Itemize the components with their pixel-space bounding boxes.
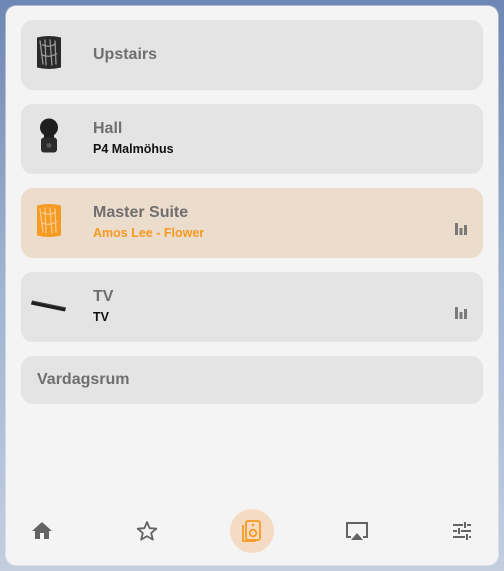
cylinder-speaker-icon: [34, 35, 64, 76]
speaker-name: Upstairs: [93, 46, 158, 63]
speaker-name: TV: [93, 288, 114, 305]
smart-speaker-icon: [38, 118, 60, 160]
airplay-icon: [346, 522, 368, 540]
now-playing-text: P4 Malmöhus: [93, 142, 174, 156]
cylinder-speaker-icon: [34, 203, 64, 244]
speaker-name: Hall: [93, 120, 123, 137]
favorites-star-icon: [136, 521, 158, 541]
speaker-name: Master Suite: [93, 204, 189, 221]
media-panel: Upstairs Hall P4 Malmöhus Master Suite A…: [6, 6, 498, 565]
home-icon: [32, 522, 52, 539]
speaker-card-vardagsrum[interactable]: Vardagsrum: [21, 356, 483, 404]
settings-sliders-icon: [453, 522, 471, 540]
nav-speakers-button[interactable]: [230, 509, 274, 553]
playing-equalizer-icon: [455, 221, 467, 240]
nav-favorites-button[interactable]: [125, 509, 169, 553]
playing-equalizer-icon: [455, 305, 467, 324]
speaker-card-hall[interactable]: Hall P4 Malmöhus: [21, 104, 483, 174]
now-playing-text: Amos Lee - Flower: [93, 226, 205, 240]
nav-airplay-button[interactable]: [335, 509, 379, 553]
speaker-icon: [242, 520, 261, 542]
now-playing-text: TV: [93, 310, 109, 324]
speaker-card-upstairs[interactable]: Upstairs: [21, 20, 483, 90]
speaker-card-tv[interactable]: TV TV: [21, 272, 483, 342]
bottom-navigation: [6, 505, 498, 565]
soundbar-icon: [30, 295, 68, 320]
speaker-name: Vardagsrum: [37, 371, 130, 388]
nav-settings-button[interactable]: [440, 509, 484, 553]
nav-home-button[interactable]: [20, 509, 64, 553]
speaker-card-master-suite[interactable]: Master Suite Amos Lee - Flower: [21, 188, 483, 258]
